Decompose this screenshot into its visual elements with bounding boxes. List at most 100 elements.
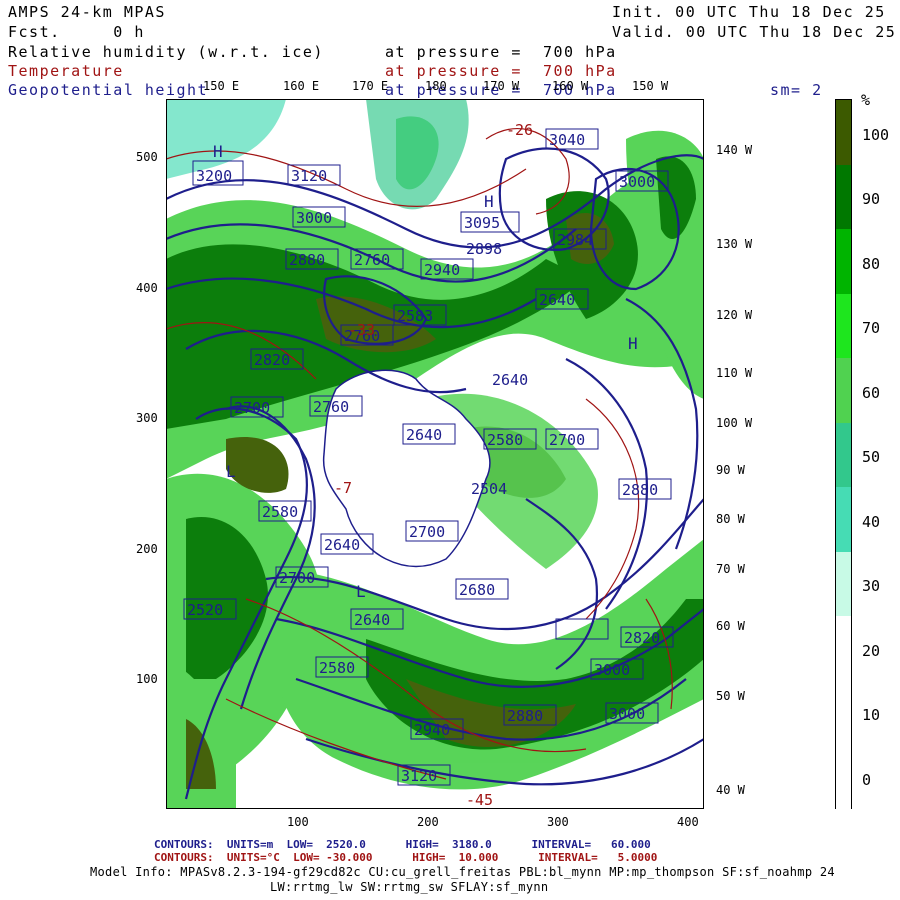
x-tick-label: 100 — [287, 815, 309, 829]
height-label: 2760 — [354, 251, 390, 269]
model-info-2: LW:rrtmg_lw SW:rrtmg_sw SFLAY:sf_mynn — [270, 880, 549, 894]
colorbar-unit: % — [861, 91, 871, 109]
height-label: 2880 — [289, 251, 325, 269]
y-tick-label: 400 — [136, 281, 158, 295]
colorbar-segment — [836, 100, 851, 166]
height-label: 2700 — [279, 569, 315, 587]
height-label: 2898 — [466, 240, 502, 258]
height-label: 2640 — [406, 426, 442, 444]
height-label: 3095 — [464, 214, 500, 232]
colorbar-label: 10 — [862, 706, 881, 725]
colorbar-label: 40 — [862, 512, 881, 531]
footer-height-contours: CONTOURS: UNITS=m LOW= 2520.0 HIGH= 3180… — [154, 838, 651, 851]
colorbar-segment — [836, 745, 851, 811]
high-pressure-center: H — [213, 142, 223, 161]
height-label: 3000 — [594, 661, 630, 679]
height-label: 2520 — [187, 601, 223, 619]
valid-time: Valid. 00 UTC Thu 18 Dec 25 — [612, 23, 897, 41]
forecast-hour: Fcst. 0 h — [8, 23, 145, 41]
height-label: 2820 — [624, 629, 660, 647]
x-tick-label: 400 — [677, 815, 699, 829]
right-lon-label: 110 W — [716, 366, 753, 380]
x-tick-label: 200 — [417, 815, 439, 829]
right-lon-label: 60 W — [716, 619, 745, 633]
low-pressure-center: L — [226, 462, 236, 481]
model-info: Model Info: MPASv8.2.3-194-gf29cd82c CU:… — [90, 865, 835, 879]
colorbar-label: 100 — [862, 125, 890, 144]
field-rh-name: Relative humidity (w.r.t. ice) — [8, 43, 324, 61]
colorbar-label: 60 — [862, 383, 881, 402]
y-tick-label: 500 — [136, 150, 158, 164]
height-label: 3000 — [296, 209, 332, 227]
colorbar-label: 80 — [862, 254, 881, 273]
height-label: 3200 — [196, 167, 232, 185]
height-label: 3120 — [291, 167, 327, 185]
y-tick-label: 300 — [136, 411, 158, 425]
right-lon-label: 80 W — [716, 512, 745, 526]
height-label: 3120 — [401, 767, 437, 785]
colorbar-segment — [836, 358, 851, 424]
colorbar-label: 50 — [862, 448, 881, 467]
height-label: 2640 — [492, 371, 528, 389]
temperature-label: -26 — [506, 121, 533, 139]
top-lon-label: 160 W — [552, 79, 589, 93]
height-label: 2580 — [262, 503, 298, 521]
weather-map: 3200 3120 3000 2880 2760 2940 3095 2898 … — [166, 99, 704, 809]
colorbar-segment — [836, 680, 851, 746]
height-label: 2583 — [397, 307, 433, 325]
right-lon-label: 40 W — [716, 783, 745, 797]
colorbar-segment — [836, 616, 851, 682]
colorbar-segment — [836, 164, 851, 230]
colorbar-label: 30 — [862, 577, 881, 596]
high-pressure-center: H — [484, 192, 494, 211]
height-label: 2700 — [409, 523, 445, 541]
temperature-label: -33 — [348, 321, 375, 339]
top-lon-label: 170 E — [352, 79, 389, 93]
model-title: AMPS 24-km MPAS — [8, 3, 166, 21]
height-label: 3000 — [609, 705, 645, 723]
field-temp-name: Temperature — [8, 62, 124, 80]
right-lon-label: 50 W — [716, 689, 745, 703]
top-lon-label: 150 E — [203, 79, 240, 93]
height-label: 2700 — [234, 399, 270, 417]
colorbar-segment — [836, 422, 851, 488]
x-tick-label: 300 — [547, 815, 569, 829]
colorbar-segment — [836, 293, 851, 359]
y-tick-label: 200 — [136, 542, 158, 556]
temperature-label: -45 — [466, 791, 493, 809]
top-lon-label: 160 E — [283, 79, 320, 93]
footer-temp-contours: CONTOURS: UNITS=°C LOW= -30.000 HIGH= 10… — [154, 851, 658, 864]
smoothing-label: sm= 2 — [770, 81, 823, 99]
init-time: Init. 00 UTC Thu 18 Dec 25 — [612, 3, 886, 21]
colorbar-label: 90 — [862, 190, 881, 209]
colorbar-label: 20 — [862, 641, 881, 660]
low-pressure-center: L — [356, 582, 366, 601]
height-label: 2580 — [319, 659, 355, 677]
height-label: 3000 — [619, 173, 655, 191]
colorbar — [835, 99, 852, 811]
field-temp-level: at pressure = 700 hPa — [385, 62, 617, 80]
field-rh-level: at pressure = 700 hPa — [385, 43, 617, 61]
field-height-name: Geopotential height — [8, 81, 209, 99]
height-label: 2880 — [622, 481, 658, 499]
height-label: 2820 — [254, 351, 290, 369]
height-label: 2504 — [471, 480, 507, 498]
height-label: 2760 — [313, 398, 349, 416]
height-label: 2940 — [414, 721, 450, 739]
height-label: 3040 — [549, 131, 585, 149]
height-label: 2940 — [424, 261, 460, 279]
right-lon-label: 120 W — [716, 308, 753, 322]
right-lon-label: 130 W — [716, 237, 753, 251]
height-label: 2680 — [459, 581, 495, 599]
colorbar-label: 0 — [862, 770, 872, 789]
right-lon-label: 70 W — [716, 562, 745, 576]
height-label: 2640 — [324, 536, 360, 554]
top-lon-label: 180 — [425, 79, 447, 93]
height-label: 2700 — [549, 431, 585, 449]
right-lon-label: 100 W — [716, 416, 753, 430]
height-label: 2580 — [487, 431, 523, 449]
height-label: 2984 — [557, 231, 593, 249]
height-label: 2640 — [539, 291, 575, 309]
colorbar-segment — [836, 551, 851, 617]
right-lon-label: 140 W — [716, 143, 753, 157]
